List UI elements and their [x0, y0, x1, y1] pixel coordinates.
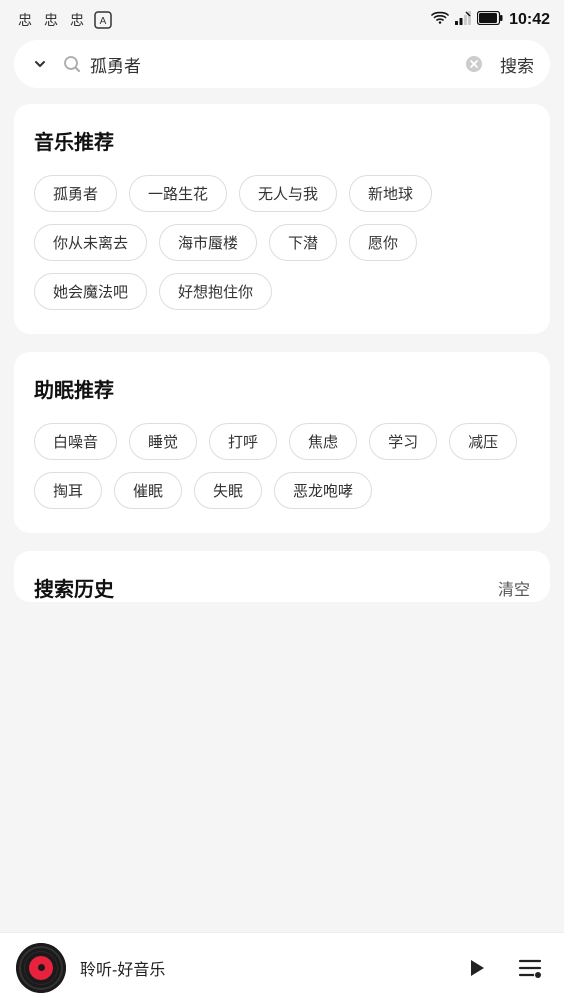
battery-icon [477, 11, 503, 30]
history-clear-button[interactable]: 清空 [498, 576, 530, 600]
sleep-section-title: 助眠推荐 [34, 374, 530, 403]
sleep-tag-9[interactable]: 恶龙咆哮 [274, 472, 372, 509]
wifi-icon [431, 11, 449, 30]
sleep-tag-3[interactable]: 焦虑 [289, 423, 357, 460]
search-dropdown-button[interactable] [26, 50, 54, 78]
status-right: 10:42 [431, 11, 550, 30]
music-tag-group: 孤勇者 一路生花 无人与我 新地球 你从未离去 海市蜃楼 下潜 愿你 她会魔法吧… [34, 175, 530, 310]
bottom-player: 聆听-好音乐 [0, 932, 564, 1002]
player-controls [458, 950, 548, 986]
svg-text:A: A [100, 16, 107, 27]
player-title: 聆听-好音乐 [80, 956, 444, 980]
search-bar: 孤勇者 搜索 [14, 40, 550, 88]
album-art[interactable] [16, 943, 66, 993]
status-bar: 忠 忠 忠 A [0, 0, 564, 40]
search-input[interactable]: 孤勇者 [90, 54, 452, 74]
music-section-title: 音乐推荐 [34, 126, 530, 155]
search-history-card: 搜索历史 清空 [14, 551, 550, 602]
sleep-tag-4[interactable]: 学习 [369, 423, 437, 460]
music-tag-1[interactable]: 一路生花 [129, 175, 227, 212]
sleep-tag-8[interactable]: 失眠 [194, 472, 262, 509]
player-info: 聆听-好音乐 [80, 956, 444, 980]
music-tag-7[interactable]: 愿你 [349, 224, 417, 261]
music-tag-6[interactable]: 下潜 [269, 224, 337, 261]
history-title: 搜索历史 [34, 573, 114, 602]
music-tag-4[interactable]: 你从未离去 [34, 224, 147, 261]
music-tag-5[interactable]: 海市蜃楼 [159, 224, 257, 261]
music-tag-3[interactable]: 新地球 [349, 175, 432, 212]
status-left: 忠 忠 忠 A [14, 10, 114, 30]
music-tag-9[interactable]: 好想抱住你 [159, 273, 272, 310]
playlist-button[interactable] [512, 950, 548, 986]
search-clear-button[interactable] [460, 50, 488, 78]
sleep-tag-7[interactable]: 催眠 [114, 472, 182, 509]
notification-icon-1: 忠 [14, 10, 36, 30]
music-tag-0[interactable]: 孤勇者 [34, 175, 117, 212]
music-tag-2[interactable]: 无人与我 [239, 175, 337, 212]
sleep-recommendation-card: 助眠推荐 白噪音 睡觉 打呼 焦虑 学习 减压 掏耳 催眠 失眠 恶龙咆哮 [14, 352, 550, 533]
sleep-tag-0[interactable]: 白噪音 [34, 423, 117, 460]
sleep-tag-1[interactable]: 睡觉 [129, 423, 197, 460]
history-header: 搜索历史 清空 [34, 573, 530, 602]
sleep-tag-5[interactable]: 减压 [449, 423, 517, 460]
notification-icon-3: 忠 [66, 10, 88, 30]
play-button[interactable] [458, 950, 494, 986]
music-recommendation-card: 音乐推荐 孤勇者 一路生花 无人与我 新地球 你从未离去 海市蜃楼 下潜 愿你 … [14, 104, 550, 334]
signal-icon [455, 11, 471, 30]
sleep-tag-2[interactable]: 打呼 [209, 423, 277, 460]
notification-icon-2: 忠 [40, 10, 62, 30]
accessibility-icon: A [92, 10, 114, 30]
music-tag-8[interactable]: 她会魔法吧 [34, 273, 147, 310]
sleep-tag-6[interactable]: 掏耳 [34, 472, 102, 509]
search-button[interactable]: 搜索 [496, 52, 538, 77]
time-display: 10:42 [509, 11, 550, 29]
search-icon [62, 54, 82, 74]
sleep-tag-group: 白噪音 睡觉 打呼 焦虑 学习 减压 掏耳 催眠 失眠 恶龙咆哮 [34, 423, 530, 509]
